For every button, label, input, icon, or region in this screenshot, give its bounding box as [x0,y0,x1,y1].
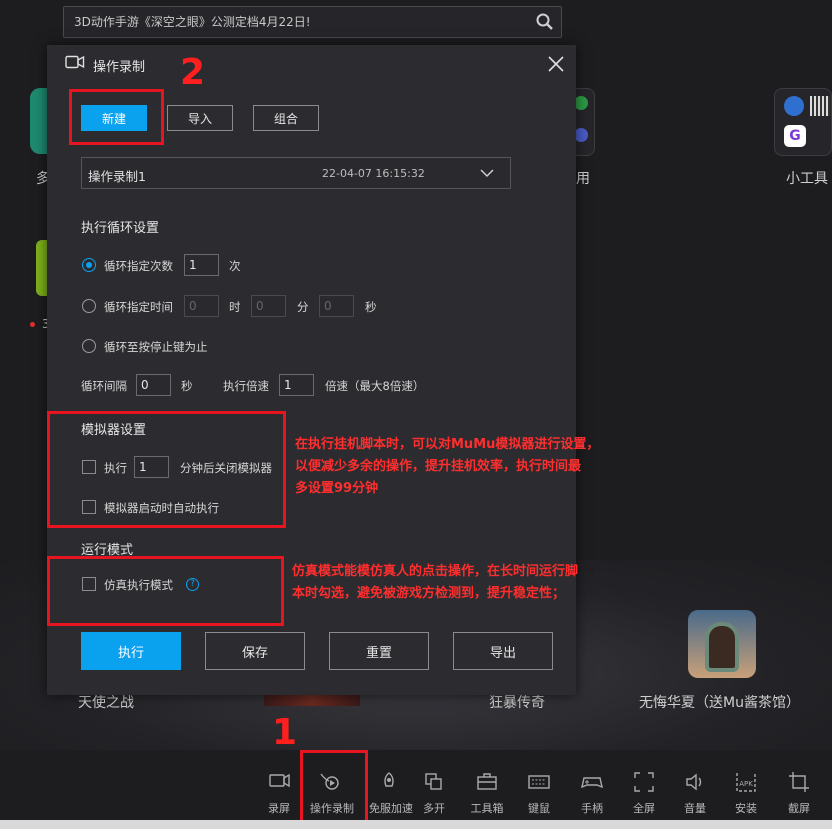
second-unit: 秒 [365,300,377,314]
toolbar-label: 截屏 [788,802,810,815]
reset-button[interactable]: 重置 [329,632,429,670]
record-name: 操作录制1 [88,169,146,184]
keyboard-icon [528,775,550,789]
highlight-sim-mode [47,556,284,626]
toolbar-label: 操作录制 [310,802,354,815]
toolbar-label: 全屏 [633,802,655,815]
record-select[interactable]: 操作录制1 22-04-07 16:15:32 [81,157,511,189]
toolbar-label: 音量 [684,802,706,815]
record-time: 22-04-07 16:15:32 [322,167,425,180]
loop-interval-unit: 秒 [181,379,193,393]
mini-app-icon [784,96,804,116]
toolbar-item-multi-instance[interactable]: 多开 [414,770,454,816]
fullscreen-icon [634,772,654,792]
mini-app-icon: G [784,125,806,147]
speed-unit: 倍速（最大8倍速） [325,379,425,393]
folder-label-partial: 用 [576,171,590,187]
game-name[interactable]: 天使之战 [78,692,134,712]
emulator-note-line: 在执行挂机脚本时，可以对MuMu模拟器进行设置， [295,437,600,452]
close-icon[interactable] [545,53,567,75]
volume-icon [686,773,702,791]
speed-input[interactable]: 1 [279,374,314,396]
import-button[interactable]: 导入 [167,105,233,131]
sim-note: 仿真模式能模仿真人的点击操作，在长时间运行脚 本时勾选，避免被游戏方检测到，提升… [292,561,578,605]
speed-label: 执行倍速 [223,379,269,393]
loop-count-input[interactable]: 1 [184,254,219,276]
toolbar-label: 安装 [735,802,757,815]
record-screen-icon [269,773,290,788]
game-name[interactable]: 无悔华夏（送Mu酱茶馆） [639,692,800,712]
tools-label: 小工具 [786,171,828,187]
toolbar-item-gamepad[interactable]: 手柄 [572,770,612,816]
hour-input[interactable]: 0 [184,295,219,317]
minute-unit: 分 [297,300,309,314]
qr-icon [810,96,830,116]
toolbar-item-operation-record[interactable]: 操作录制 [310,770,354,816]
emulator-note-line: 以便减少多余的操作，提升挂机效率，执行时间最 [295,459,582,474]
video-camera-icon [65,55,85,69]
toolbar-label: 多开 [423,802,445,815]
apk-install-icon: APK [736,773,756,792]
toolbar-label: 免服加速 [369,802,413,815]
toolbar-item-screenshot[interactable]: 截屏 [779,770,819,816]
combine-button[interactable]: 组合 [253,105,319,131]
loop-count-label: 循环指定次数 [104,259,173,273]
red-dot [30,322,35,327]
step-number-2: 2 [180,52,206,93]
sim-note-line: 仿真模式能模仿真人的点击操作，在长时间运行脚 [292,564,579,579]
mini-app-icon [574,96,588,110]
sim-note-line: 本时勾选，避免被游戏方检测到，提升稳定性； [292,586,566,601]
loop-count-radio[interactable] [82,258,96,272]
operation-record-icon [320,773,339,790]
dialog-title: 操作录制 [93,60,146,75]
highlight-new-button [69,89,164,145]
loop-until-stop-radio[interactable] [82,339,96,353]
loop-settings-title: 执行循环设置 [81,221,160,236]
toolbar-item-rocket[interactable]: 免服加速 [369,770,413,816]
step-number-1: 1 [272,712,298,753]
toolbar-item-apk-install[interactable]: APK 安装 [726,770,766,816]
toolbar-item-keyboard[interactable]: 键鼠 [519,770,559,816]
toolbar-label: 键鼠 [528,802,550,815]
gamepad-icon [581,777,603,789]
toolbar-item-fullscreen[interactable]: 全屏 [624,770,664,816]
svg-text:APK: APK [739,780,753,788]
save-button[interactable]: 保存 [205,632,305,670]
loop-interval-label: 循环间隔 [81,379,127,393]
game-name[interactable]: 狂暴传奇 [489,692,545,712]
toolbar-label: 工具箱 [470,802,504,815]
mini-app-icon [574,128,588,142]
second-input[interactable]: 0 [319,295,354,317]
search-icon[interactable] [535,12,555,32]
toolbar-item-toolbox[interactable]: 工具箱 [467,770,507,816]
toolbar-item-volume[interactable]: 音量 [675,770,715,816]
execute-button[interactable]: 执行 [81,632,181,670]
emulator-note: 在执行挂机脚本时，可以对MuMu模拟器进行设置， 以便减少多余的操作，提升挂机效… [295,434,599,500]
toolbar-item-record-screen[interactable]: 录屏 [259,770,299,816]
game-avatar [705,622,739,672]
chevron-down-icon [480,169,494,178]
loop-count-unit: 次 [229,259,241,273]
toolbar-label: 录屏 [268,802,290,815]
rocket-icon [384,772,394,787]
emulator-note-line: 多设置99分钟 [295,481,379,496]
loop-time-radio[interactable] [82,299,96,313]
loop-time-label: 循环指定时间 [104,300,173,314]
hour-unit: 时 [229,300,241,314]
bottom-strip [0,820,832,829]
loop-interval-input[interactable]: 0 [136,374,171,396]
loop-until-stop-label: 循环至按停止键为止 [104,340,208,354]
screenshot-icon [789,772,809,792]
multi-instance-icon [425,773,442,790]
minute-input[interactable]: 0 [251,295,286,317]
search-text: 3D动作手游《深空之眼》公测定档4月22日! [74,15,311,29]
toolbox-icon [477,773,497,790]
toolbar-label: 手柄 [581,802,603,815]
export-button[interactable]: 导出 [453,632,553,670]
highlight-emulator-settings [47,411,286,528]
bottom-toolbar: 录屏 操作录制 免服加速 多开 工具箱 键鼠 手柄 全屏 音量 APK 安装 截屏 [0,768,832,820]
